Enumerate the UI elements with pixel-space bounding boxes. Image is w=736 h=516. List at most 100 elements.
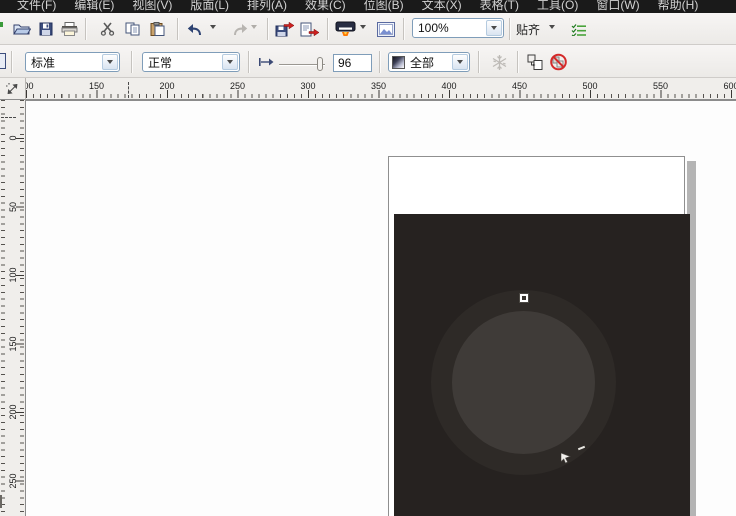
combo-dropdown-button[interactable] bbox=[102, 54, 118, 70]
panel-edge-sliver bbox=[0, 495, 2, 508]
transparency-midpoint-icon bbox=[259, 58, 274, 66]
redo-button[interactable] bbox=[228, 18, 250, 40]
toolbar-separator bbox=[327, 18, 329, 40]
scissors-icon bbox=[100, 22, 114, 36]
vertical-ruler[interactable]: 0 50 100 150 200 250 bbox=[0, 100, 26, 516]
transparency-target-value: 全部 bbox=[410, 55, 435, 70]
menu-item[interactable]: 表格(T) bbox=[471, 0, 528, 13]
application-launcher-icon bbox=[335, 21, 355, 36]
vruler-label: 250 bbox=[8, 472, 18, 489]
application-launcher-button[interactable] bbox=[333, 18, 357, 40]
transparency-preset-value: 标准 bbox=[31, 55, 56, 70]
snap-to-dropdown[interactable] bbox=[549, 25, 555, 29]
copy-button[interactable] bbox=[121, 18, 143, 40]
save-floppy-icon bbox=[39, 22, 53, 36]
snowflake-icon bbox=[492, 54, 506, 70]
cut-button[interactable] bbox=[96, 18, 118, 40]
clear-transparency-button[interactable] bbox=[547, 51, 569, 73]
combo-dropdown-button[interactable] bbox=[222, 54, 238, 70]
selection-node-handle[interactable] bbox=[520, 294, 528, 302]
chevron-down-icon bbox=[491, 26, 497, 30]
hruler-label: 400 bbox=[441, 81, 457, 91]
propbar-separator bbox=[131, 51, 133, 73]
ruler-origin-crosshair-icon bbox=[6, 82, 18, 94]
undo-arrow-icon bbox=[187, 23, 201, 35]
menu-item[interactable]: 帮助(H) bbox=[649, 0, 708, 13]
horizontal-ruler[interactable]: 100 150 200 250 300 350 400 450 500 550 600 bbox=[26, 78, 736, 100]
transparency-midpoint-control bbox=[257, 55, 275, 69]
vruler-major-ticks bbox=[16, 138, 24, 516]
open-button[interactable] bbox=[11, 18, 33, 40]
vruler-label: 200 bbox=[8, 404, 18, 420]
chevron-down-icon bbox=[107, 60, 113, 64]
no-transparency-icon bbox=[549, 53, 567, 71]
toolbar-separator bbox=[85, 18, 87, 40]
welcome-screen-button[interactable] bbox=[374, 18, 398, 40]
transparency-value-input[interactable] bbox=[333, 54, 372, 72]
application-window: 文件(F) 编辑(E) 视图(V) 版面(L) 排列(A) 效果(C) 位图(B) 文本(X)… bbox=[0, 0, 736, 516]
hruler-label: 200 bbox=[159, 81, 175, 91]
combo-dropdown-button[interactable] bbox=[452, 54, 468, 70]
toolbar-separator bbox=[403, 18, 405, 40]
paste-clipboard-icon bbox=[150, 22, 164, 36]
paste-button[interactable] bbox=[146, 18, 168, 40]
inner-circle-object[interactable] bbox=[452, 311, 595, 454]
zoom-level-value: 100% bbox=[418, 21, 449, 35]
propbar-separator bbox=[11, 51, 13, 73]
vruler-label: 0 bbox=[8, 135, 18, 141]
import-button[interactable] bbox=[273, 18, 297, 40]
toolbar-separator bbox=[177, 18, 179, 40]
undo-button[interactable] bbox=[184, 18, 206, 40]
drawing-canvas[interactable] bbox=[26, 100, 736, 516]
merge-mode-combo[interactable]: 正常 bbox=[142, 52, 240, 72]
transparency-target-combo[interactable]: 全部 bbox=[388, 52, 470, 72]
copy-transparency-button[interactable] bbox=[525, 52, 545, 72]
toolbar-separator bbox=[509, 18, 511, 40]
menu-item[interactable]: 版面(L) bbox=[181, 0, 238, 13]
chevron-down-icon bbox=[210, 25, 216, 29]
toolbar-separator bbox=[267, 18, 269, 40]
hruler-label: 150 bbox=[88, 81, 105, 91]
menu-item[interactable]: 窗口(W) bbox=[587, 0, 648, 13]
property-bar: 标准 正常 全部 bbox=[0, 45, 736, 78]
transparency-slider[interactable] bbox=[279, 57, 325, 71]
menu-item[interactable]: 编辑(E) bbox=[65, 0, 123, 13]
menu-item[interactable]: 文件(F) bbox=[8, 0, 65, 13]
propbar-separator bbox=[478, 51, 480, 73]
ruler-origin-corner[interactable] bbox=[0, 78, 26, 100]
export-button[interactable] bbox=[298, 18, 322, 40]
options-button[interactable] bbox=[568, 18, 590, 40]
new-document-icon[interactable] bbox=[0, 22, 3, 27]
hruler-label: 100 bbox=[26, 81, 34, 91]
vruler-mouse-marker bbox=[1, 117, 16, 118]
menu-item[interactable]: 效果(C) bbox=[296, 0, 355, 13]
hruler-label: 600 bbox=[723, 81, 736, 91]
import-icon bbox=[275, 21, 295, 36]
zoom-levels-combo[interactable]: 100% bbox=[412, 18, 504, 38]
transparency-preset-combo[interactable]: 标准 bbox=[25, 52, 120, 72]
menu-item[interactable]: 工具(O) bbox=[528, 0, 587, 13]
printer-icon bbox=[61, 22, 77, 36]
slider-handle[interactable] bbox=[317, 57, 323, 71]
freeze-transparency-button[interactable] bbox=[488, 52, 510, 72]
undo-dropdown[interactable] bbox=[210, 25, 216, 29]
open-folder-icon bbox=[13, 24, 31, 35]
menu-item[interactable]: 视图(V) bbox=[123, 0, 181, 13]
chevron-down-icon bbox=[360, 25, 366, 29]
hruler-label: 500 bbox=[582, 81, 598, 91]
combo-dropdown-button[interactable] bbox=[486, 20, 502, 36]
gradient-swatch-icon bbox=[392, 55, 405, 69]
menu-item[interactable]: 位图(B) bbox=[355, 0, 413, 13]
hruler-mouse-marker bbox=[128, 82, 129, 98]
launcher-dropdown[interactable] bbox=[360, 25, 366, 29]
propbar-separator bbox=[379, 51, 381, 73]
print-button[interactable] bbox=[58, 18, 80, 40]
snap-to-button[interactable]: 贴齐 bbox=[516, 18, 540, 40]
menu-item[interactable]: 排列(A) bbox=[238, 0, 296, 13]
redo-dropdown[interactable] bbox=[251, 25, 257, 29]
hruler-label: 300 bbox=[300, 81, 316, 91]
clipped-tool-icon[interactable] bbox=[0, 53, 6, 69]
menu-item[interactable]: 文本(X) bbox=[413, 0, 471, 13]
chevron-down-icon bbox=[549, 25, 555, 29]
save-button[interactable] bbox=[36, 18, 56, 40]
